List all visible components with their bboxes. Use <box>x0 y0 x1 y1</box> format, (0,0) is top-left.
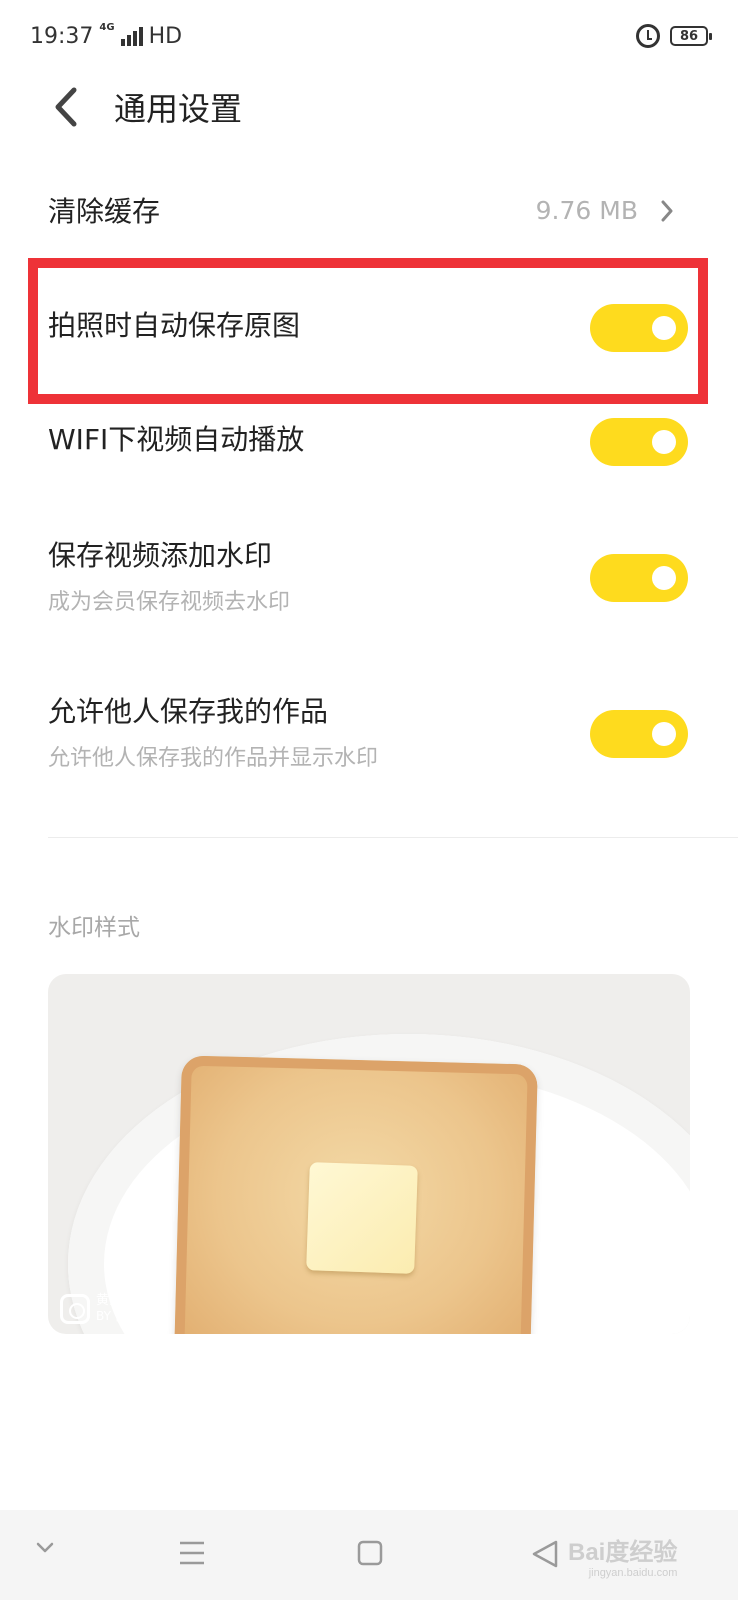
header: 通用设置 <box>0 72 738 142</box>
baidu-watermark: Bai度经验 jingyan.baidu.com <box>568 1532 677 1579</box>
toggle-knob <box>652 566 676 590</box>
chevron-down-icon[interactable] <box>34 1538 56 1558</box>
chevron-right-icon <box>661 200 673 222</box>
chevron-left-icon <box>55 87 77 127</box>
clear-cache-label: 清除缓存 <box>48 195 161 228</box>
preview-watermark: 黄油相机 BY 你的名字 <box>60 1293 163 1324</box>
allow-save-label: 允许他人保存我的作品 <box>48 695 329 728</box>
home-square-icon[interactable] <box>356 1538 384 1568</box>
camera-icon <box>60 1293 90 1324</box>
section-divider <box>48 837 738 838</box>
video-watermark-row: 保存视频添加水印 成为会员保存视频去水印 <box>0 520 738 620</box>
auto-save-original-label: 拍照时自动保存原图 <box>48 309 301 342</box>
baidu-watermark-text: Bai度经验 <box>568 1539 678 1566</box>
auto-save-original-toggle[interactable] <box>590 304 688 352</box>
back-triangle-icon[interactable] <box>530 1538 560 1570</box>
menu-icon[interactable] <box>178 1538 206 1568</box>
alarm-icon <box>636 24 660 48</box>
wifi-autoplay-toggle[interactable] <box>590 418 688 466</box>
video-watermark-subtitle: 成为会员保存视频去水印 <box>48 590 291 615</box>
watermark-preview[interactable]: 黄油相机 BY 你的名字 <box>48 974 690 1334</box>
toggle-knob <box>652 722 676 746</box>
allow-save-toggle[interactable] <box>590 710 688 758</box>
toggle-knob <box>652 316 676 340</box>
network-type: 4G <box>99 22 115 33</box>
wifi-autoplay-label: WIFI下视频自动播放 <box>48 423 305 456</box>
baidu-watermark-sub: jingyan.baidu.com <box>588 1567 678 1579</box>
video-watermark-label: 保存视频添加水印 <box>48 539 273 572</box>
allow-save-subtitle: 允许他人保存我的作品并显示水印 <box>48 746 379 771</box>
page-title: 通用设置 <box>114 90 243 128</box>
wifi-autoplay-row: WIFI下视频自动播放 <box>0 404 738 484</box>
video-watermark-toggle[interactable] <box>590 554 688 602</box>
back-button[interactable] <box>44 86 86 128</box>
navigation-bar: Bai度经验 jingyan.baidu.com <box>0 1510 738 1600</box>
hd-indicator: HD <box>148 23 183 49</box>
watermark-name: BY 你的名字 <box>96 1309 163 1323</box>
status-time: 19:37 <box>30 23 94 49</box>
toggle-knob <box>652 430 676 454</box>
clear-cache-row[interactable]: 清除缓存 9.76 MB <box>0 176 738 246</box>
watermark-brand: 黄油相机 <box>96 1293 149 1308</box>
butter-image <box>306 1162 418 1274</box>
watermark-style-label: 水印样式 <box>48 915 140 941</box>
cache-size-value: 9.76 MB <box>535 196 638 225</box>
status-left: 19:37 4G HD <box>30 22 183 49</box>
battery-icon: 86 <box>670 26 712 46</box>
battery-level: 86 <box>679 28 699 44</box>
auto-save-original-row: 拍照时自动保存原图 <box>0 290 738 370</box>
signal-icon <box>120 26 143 46</box>
status-right: 86 <box>636 24 712 48</box>
status-bar: 19:37 4G HD 86 <box>0 0 738 72</box>
allow-save-row: 允许他人保存我的作品 允许他人保存我的作品并显示水印 <box>0 676 738 776</box>
